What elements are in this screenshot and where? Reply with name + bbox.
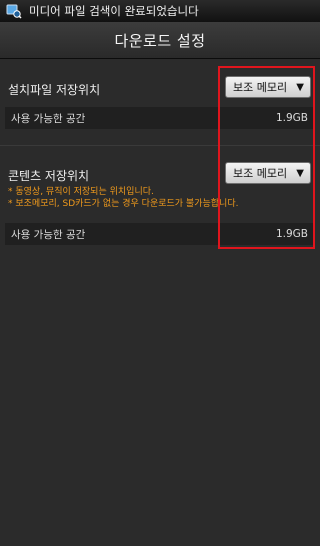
highlight-box — [218, 66, 315, 249]
install-location-label: 설치파일 저장위치 — [8, 83, 101, 97]
title-bar: 다운로드 설정 — [0, 22, 320, 59]
content-available-space-label: 사용 가능한 공간 — [11, 228, 86, 241]
install-available-space-label: 사용 가능한 공간 — [11, 112, 86, 125]
status-bar: 미디어 파일 검색이 완료되었습니다 — [0, 0, 320, 23]
media-scan-icon — [6, 3, 22, 19]
content-location-label: 콘텐츠 저장위치 — [8, 169, 90, 183]
status-message: 미디어 파일 검색이 완료되었습니다 — [29, 4, 199, 18]
page-title: 다운로드 설정 — [114, 31, 206, 50]
